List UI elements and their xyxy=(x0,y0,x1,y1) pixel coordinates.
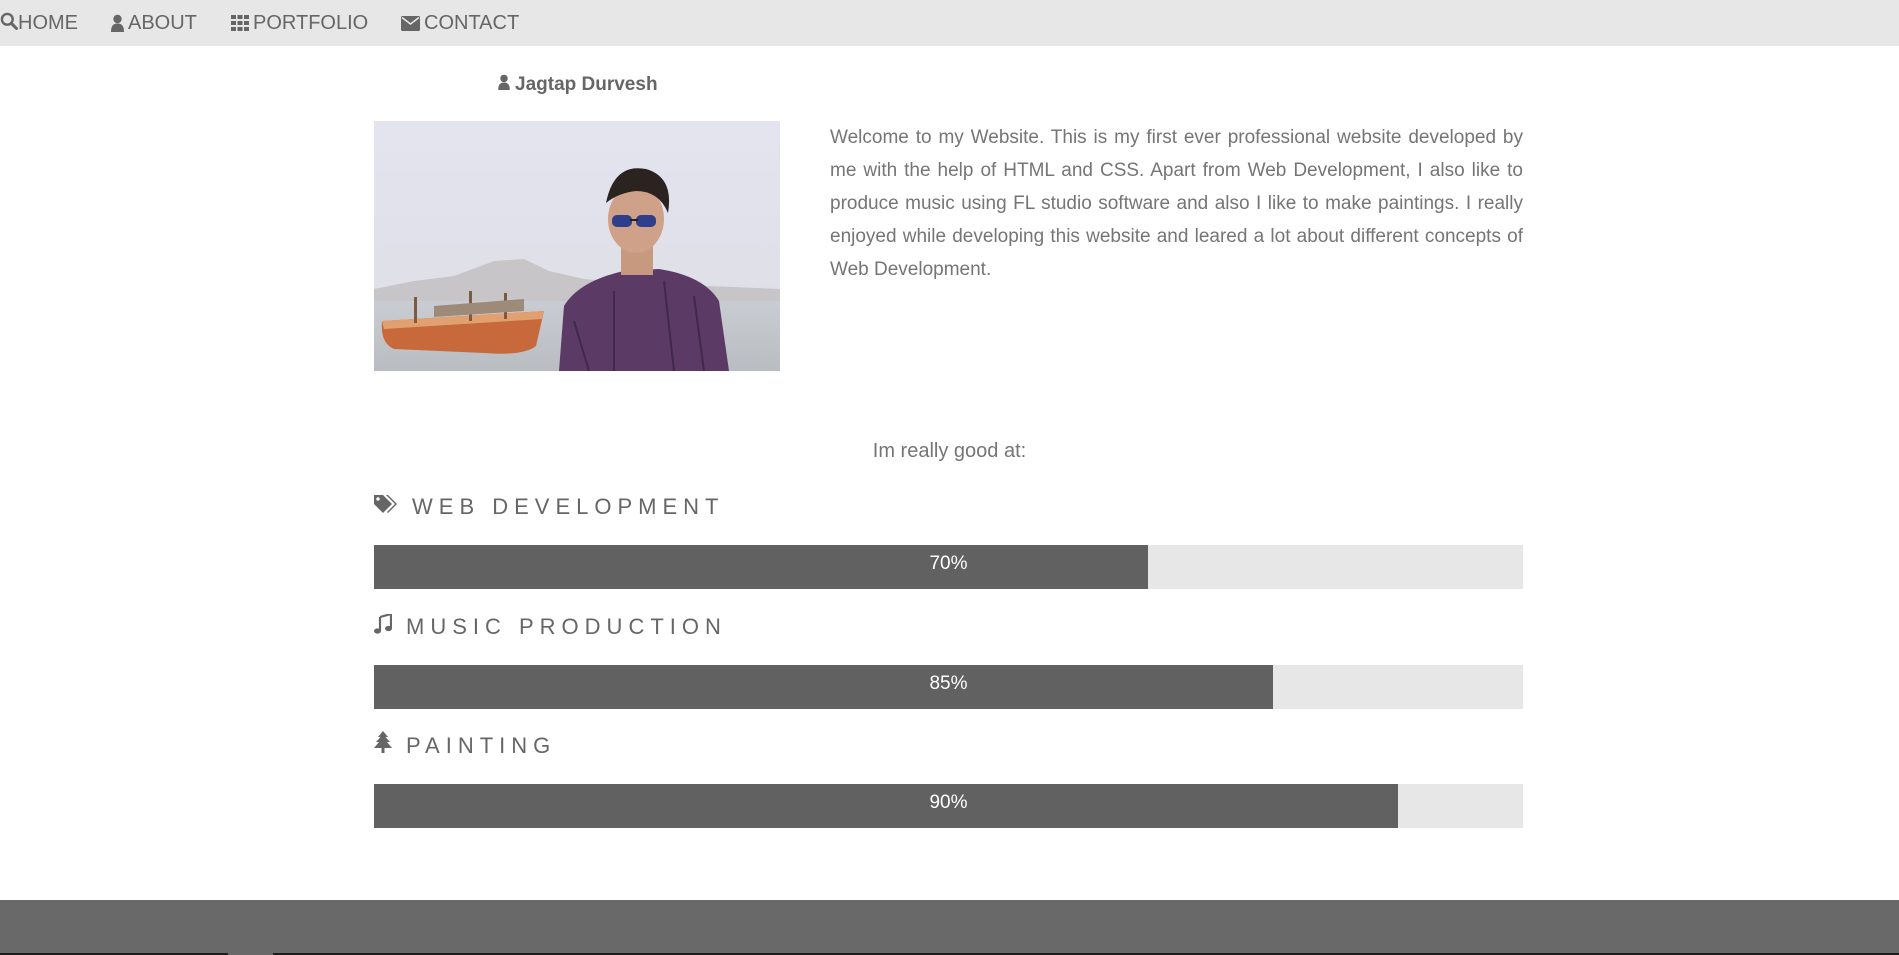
nav-home-label: HOME xyxy=(18,11,78,34)
envelope-icon xyxy=(401,15,420,31)
grid-icon xyxy=(231,15,249,31)
nav-contact-label: CONTACT xyxy=(424,11,520,34)
skill-title-text: WEB DEVELOPMENT xyxy=(412,494,725,519)
skill-progress-bar: 90% xyxy=(374,784,1523,828)
user-icon xyxy=(111,14,124,32)
skill-percent-label: 70% xyxy=(929,553,968,574)
bio-text: Welcome to my Website. This is my first … xyxy=(830,127,1523,280)
nav-about-label: ABOUT xyxy=(128,11,197,34)
music-icon xyxy=(374,612,393,642)
user-icon xyxy=(498,74,510,96)
skill-title-text: PAINTING xyxy=(406,733,557,758)
nav-portfolio-label: PORTFOLIO xyxy=(253,11,369,34)
skills-heading: Im really good at: xyxy=(872,440,1027,462)
skill-title-web-development: WEB DEVELOPMENT xyxy=(374,492,724,522)
nav-about-link[interactable]: ABOUT xyxy=(111,0,197,46)
tags-icon xyxy=(374,492,398,522)
nav-contact-link[interactable]: CONTACT xyxy=(401,0,519,46)
skill-progress-bar: 85% xyxy=(374,665,1523,709)
profile-name-text: Jagtap Durvesh xyxy=(515,74,658,95)
top-navbar: HOME ABOUT PORTFOLIO CONTACT xyxy=(0,0,1899,46)
skill-title-text: MUSIC PRODUCTION xyxy=(406,614,727,639)
nav-home-link[interactable]: HOME xyxy=(18,0,78,46)
skill-progress-bar: 70% xyxy=(374,545,1523,589)
skill-percent-label: 85% xyxy=(929,673,968,694)
tree-icon xyxy=(374,731,392,761)
nav-portfolio-link[interactable]: PORTFOLIO xyxy=(231,0,368,46)
skill-title-painting: PAINTING xyxy=(374,731,556,761)
skill-title-music-production: MUSIC PRODUCTION xyxy=(374,612,727,642)
skill-percent-label: 90% xyxy=(929,792,968,813)
profile-name: Jagtap Durvesh xyxy=(498,72,658,98)
profile-photo xyxy=(374,121,780,371)
footer xyxy=(0,900,1899,955)
search-icon xyxy=(0,12,18,35)
